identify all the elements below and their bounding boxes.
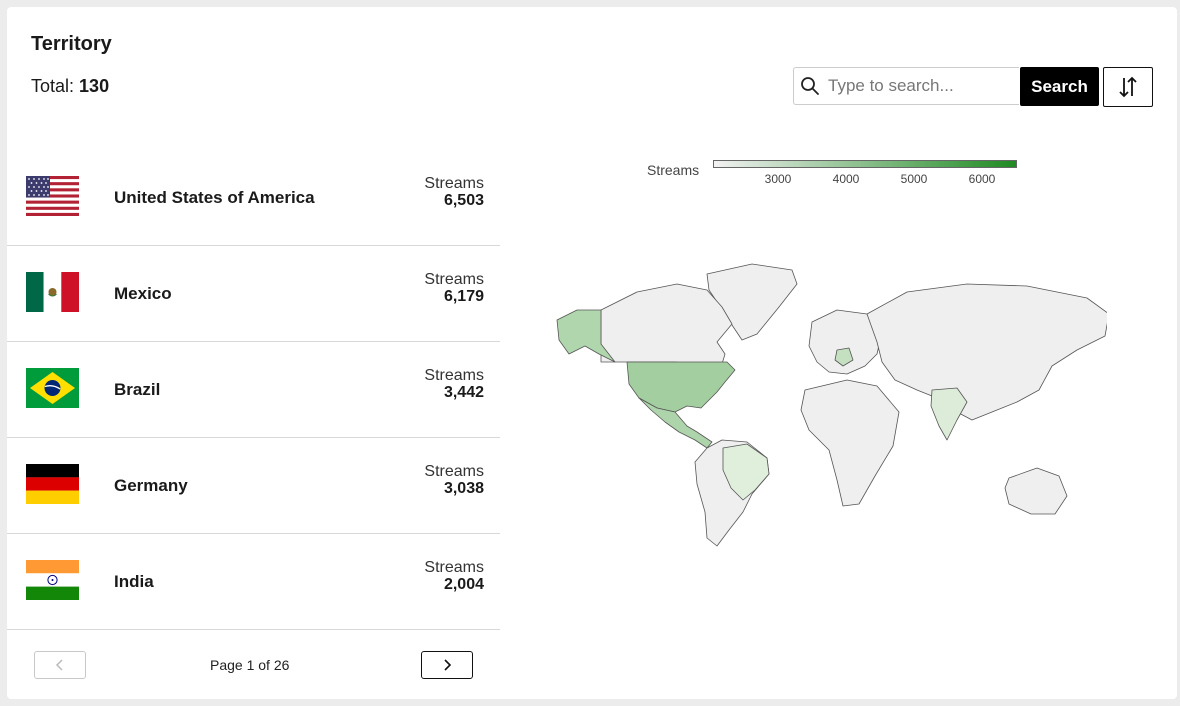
map-region-canada[interactable]: [600, 283, 733, 365]
india-flag-icon: [26, 560, 79, 600]
streams-count: Streams 6,503: [424, 175, 484, 209]
page-title: Territory: [31, 33, 112, 55]
streams-value: 6,179: [443, 288, 484, 305]
streams-label: Streams: [424, 175, 484, 192]
streams-count: Streams 6,179: [424, 271, 484, 305]
legend-tick: 4000: [832, 172, 860, 186]
page-indicator: Page 1 of 26: [210, 657, 290, 673]
map-legend-scale: [713, 160, 1017, 168]
list-item[interactable]: Mexico Streams 6,179: [7, 246, 500, 342]
country-name: Mexico: [114, 284, 172, 303]
search-button[interactable]: Search: [1020, 67, 1099, 106]
legend-tick: 3000: [764, 172, 792, 186]
streams-count: Streams 3,038: [424, 463, 484, 497]
streams-value: 3,038: [443, 480, 484, 497]
country-name: India: [114, 572, 154, 591]
list-item[interactable]: Brazil Streams 3,442: [7, 342, 500, 438]
previous-page-button[interactable]: [34, 651, 86, 679]
streams-count: Streams 2,004: [424, 559, 484, 593]
streams-label: Streams: [424, 463, 484, 480]
next-page-button[interactable]: [421, 651, 473, 679]
list-item[interactable]: Germany Streams 3,038: [7, 438, 500, 534]
mexico-flag-icon: [26, 272, 79, 312]
us-flag-icon: [26, 176, 79, 216]
map-region-australia[interactable]: [1004, 467, 1068, 515]
map-region-asia[interactable]: [866, 283, 1107, 421]
streams-value: 6,503: [443, 192, 484, 209]
total-label: Total:: [31, 76, 75, 96]
country-name: Brazil: [114, 380, 161, 399]
map-region-usa[interactable]: [626, 361, 736, 413]
map-legend-label: Streams: [647, 162, 700, 178]
streams-value: 2,004: [443, 576, 484, 593]
territory-card: Territory Total: 130 Search: [7, 7, 1177, 699]
sort-arrows-icon: [1119, 76, 1137, 98]
total-count: Total: 130: [31, 76, 109, 97]
list-item[interactable]: India Streams 2,004: [7, 534, 500, 630]
streams-label: Streams: [424, 367, 484, 384]
total-value: 130: [79, 76, 110, 96]
search-box[interactable]: [793, 67, 1019, 105]
chevron-left-icon: [55, 659, 63, 671]
sort-button[interactable]: [1103, 67, 1153, 107]
country-name: Germany: [114, 476, 188, 495]
streams-count: Streams 3,442: [424, 367, 484, 401]
legend-tick: 6000: [968, 172, 996, 186]
brazil-flag-icon: [26, 368, 79, 408]
search-input[interactable]: [826, 75, 1010, 97]
streams-label: Streams: [424, 559, 484, 576]
chevron-right-icon: [444, 659, 452, 671]
country-name: United States of America: [114, 188, 315, 207]
territory-list: United States of America Streams 6,503 M…: [7, 150, 500, 630]
legend-tick: 5000: [900, 172, 928, 186]
world-map[interactable]: [547, 262, 1107, 552]
map-region-africa[interactable]: [800, 379, 900, 507]
germany-flag-icon: [26, 464, 79, 504]
streams-label: Streams: [424, 271, 484, 288]
streams-value: 3,442: [443, 384, 484, 401]
list-item[interactable]: United States of America Streams 6,503: [7, 150, 500, 246]
search-icon: [801, 77, 819, 95]
